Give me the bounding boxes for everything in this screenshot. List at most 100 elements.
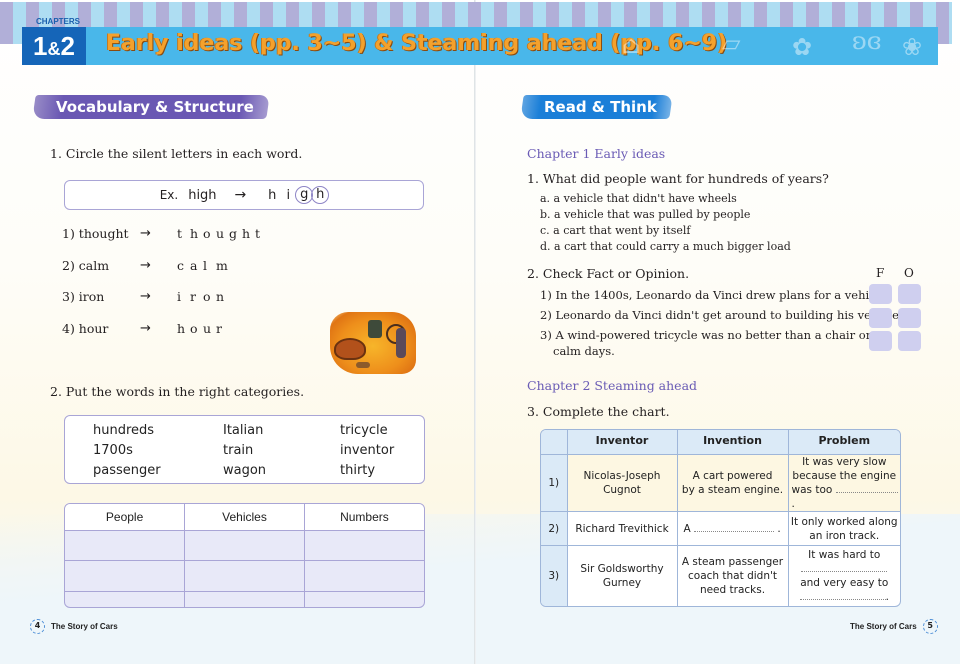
example-letter: i	[286, 187, 291, 203]
answer-blank[interactable]	[835, 483, 898, 493]
inventor-line: Gurney	[602, 577, 642, 590]
letter[interactable]: u	[203, 321, 216, 336]
vocabulary-structure-tag: Vocabulary & Structure	[32, 95, 270, 119]
answer-option[interactable]: c. a cart that went by itself	[540, 224, 690, 237]
problem-line: It was hard to	[808, 548, 881, 561]
letter[interactable]: r	[216, 321, 229, 336]
left-footer: 4 The Story of Cars	[30, 619, 118, 634]
arrow-right-icon: →	[140, 321, 151, 336]
book-spine	[474, 0, 476, 664]
bank-word[interactable]: tricycle	[340, 423, 388, 438]
answer-option[interactable]: d. a cart that could carry a much bigger…	[540, 240, 791, 253]
letter[interactable]: t	[177, 226, 190, 241]
bank-word[interactable]: passenger	[93, 463, 161, 478]
item-letters: hour	[177, 321, 229, 336]
letter[interactable]: g	[229, 226, 242, 241]
inventor-cell: Nicolas-Joseph Cugnot	[567, 454, 678, 513]
bank-word[interactable]: inventor	[340, 443, 394, 458]
letter[interactable]: o	[203, 226, 216, 241]
letter[interactable]: o	[203, 289, 216, 304]
item-letters: iron	[177, 289, 229, 304]
answer-cell[interactable]	[304, 530, 424, 562]
col-header-people: People	[65, 504, 186, 531]
section-tag-label: Vocabulary & Structure	[56, 98, 254, 116]
letter[interactable]: t	[255, 226, 268, 241]
item-letters: calm	[177, 258, 229, 273]
silent-letter-item: 4) hour → hour	[62, 321, 229, 336]
letter[interactable]: h	[190, 226, 203, 241]
letter[interactable]: h	[242, 226, 255, 241]
letter[interactable]: n	[216, 289, 229, 304]
col-header-vehicles: Vehicles	[184, 504, 305, 531]
letter[interactable]: c	[177, 258, 190, 273]
example-word: high	[188, 187, 217, 203]
col-header-numbers: Numbers	[304, 504, 424, 531]
letter[interactable]: o	[190, 321, 203, 336]
letter[interactable]: r	[190, 289, 203, 304]
answer-cell[interactable]	[65, 530, 186, 562]
read-think-tag: Read & Think	[520, 95, 673, 119]
letter[interactable]: l	[203, 258, 216, 273]
silent-letter-item: 3) iron → iron	[62, 289, 229, 304]
letter[interactable]: h	[177, 321, 190, 336]
fact-checkbox[interactable]	[869, 331, 892, 351]
inventor-line: Sir Goldsworthy	[580, 562, 664, 575]
answer-cell[interactable]	[184, 591, 305, 607]
word-bank: hundreds Italian tricycle 1700s train in…	[64, 415, 425, 484]
opinion-checkbox[interactable]	[898, 331, 921, 351]
chapter-number-a: 1	[33, 31, 48, 61]
table-row: 2) Richard Trevithick A . It only worked…	[541, 511, 900, 547]
period: .	[777, 522, 781, 535]
opinion-checkbox[interactable]	[898, 308, 921, 328]
opinion-checkbox[interactable]	[898, 284, 921, 304]
bank-word[interactable]: Italian	[223, 423, 263, 438]
answer-cell[interactable]	[184, 530, 305, 562]
answer-cell[interactable]	[304, 592, 424, 607]
col-header-invention: Invention	[677, 430, 789, 455]
col-header-number	[541, 430, 568, 455]
table-row: 3) Sir Goldsworthy Gurney A steam passeng…	[541, 545, 900, 606]
inventor-line: Cugnot	[603, 483, 641, 496]
problem-cell: It only worked along an iron track.	[788, 511, 900, 547]
problem-cell: It was very slow because the engine was to…	[788, 454, 900, 513]
answer-cell[interactable]	[304, 560, 424, 593]
letter[interactable]: u	[216, 226, 229, 241]
statement: 3) A wind-powered tricycle was no better…	[540, 328, 874, 342]
silent-letter-item: 1) thought → thought	[62, 226, 268, 241]
boiler-shape	[334, 338, 366, 360]
example-box: Ex. high → h i g h	[64, 180, 424, 210]
problem-line: and very easy to	[800, 577, 889, 590]
chapters-label: CHAPTERS	[36, 17, 81, 26]
answer-option[interactable]: a. a vehicle that didn't have wheels	[540, 192, 737, 205]
butterfly-doodle-icon: ʚɞ	[852, 27, 882, 55]
answer-option[interactable]: b. a vehicle that was pulled by people	[540, 208, 750, 221]
bank-word[interactable]: 1700s	[93, 443, 133, 458]
answer-cell[interactable]	[65, 560, 186, 593]
page-number: 5	[922, 619, 938, 634]
invention-cell: A cart powered by a steam engine.	[677, 454, 789, 513]
example-letter-circled: h	[311, 186, 330, 204]
fact-checkbox[interactable]	[869, 308, 892, 328]
steam-carriage-illustration	[330, 312, 416, 374]
bank-word[interactable]: thirty	[340, 463, 375, 478]
letter[interactable]: a	[190, 258, 203, 273]
item-letters: thought	[177, 226, 268, 241]
answer-cell[interactable]	[184, 560, 305, 593]
table-row: 1) Nicolas-Joseph Cugnot A cart powered by…	[541, 454, 900, 513]
bank-word[interactable]: hundreds	[93, 423, 154, 438]
answer-blank[interactable]	[799, 590, 886, 601]
answer-blank[interactable]	[694, 522, 775, 532]
invention-cell: A .	[677, 511, 789, 547]
col-header-problem: Problem	[788, 430, 900, 455]
problem-line: It only worked along	[790, 515, 898, 528]
answer-cell[interactable]	[65, 591, 186, 607]
bank-word[interactable]: train	[223, 443, 253, 458]
bank-word[interactable]: wagon	[223, 463, 266, 478]
letter[interactable]: m	[216, 258, 229, 273]
chapter-number-badge: 1&2	[22, 27, 86, 65]
book-title: The Story of Cars	[51, 622, 118, 631]
fact-checkbox[interactable]	[869, 284, 892, 304]
answer-blank[interactable]	[801, 562, 888, 572]
problem-line: was too	[791, 483, 833, 496]
letter[interactable]: i	[177, 289, 190, 304]
